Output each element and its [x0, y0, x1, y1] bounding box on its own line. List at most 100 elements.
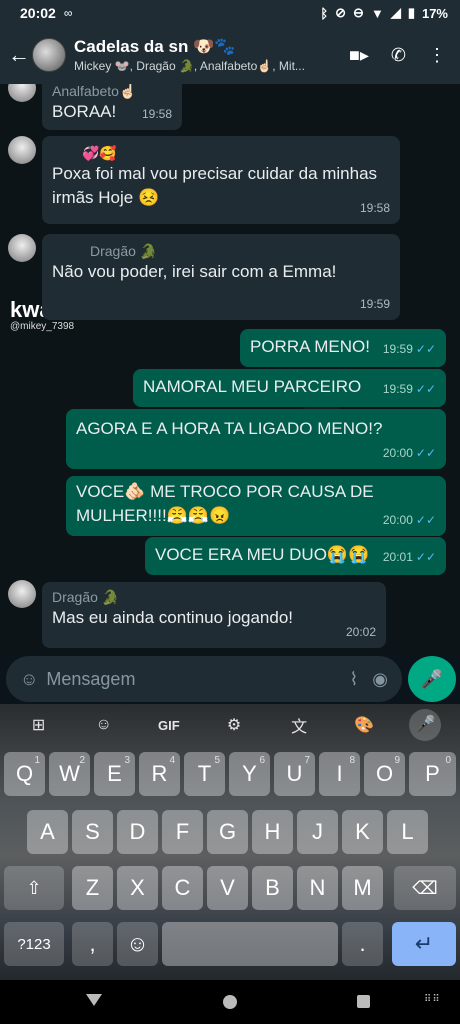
key-z[interactable]: Z — [72, 866, 113, 910]
key-o[interactable]: O9 — [364, 752, 405, 796]
key-c[interactable]: C — [162, 866, 203, 910]
key-e[interactable]: E3 — [94, 752, 135, 796]
backspace-key[interactable]: ⌫ — [394, 866, 456, 910]
theme-icon[interactable]: 🎨 — [344, 715, 384, 735]
message-bubble[interactable]: AGORA E A HORA TA LIGADO MENO!? 20:00 ✓✓ — [66, 409, 446, 469]
message-bubble[interactable]: Analfabeto☝🏻 BORAA! 19:58 — [42, 84, 182, 130]
avatar[interactable] — [8, 136, 36, 164]
group-avatar[interactable] — [32, 38, 66, 72]
header-actions: ■▸ ✆ ⋮ — [349, 45, 452, 66]
voice-input-icon[interactable]: 🎤 — [409, 709, 442, 741]
dnd-icon: ⊖ — [353, 5, 364, 20]
key-t[interactable]: T5 — [184, 752, 225, 796]
voice-call-icon[interactable]: ✆ — [391, 45, 406, 66]
read-ticks-icon: ✓✓ — [415, 550, 436, 564]
message-time: 19:59 ✓✓ — [382, 382, 436, 396]
key-a[interactable]: A — [27, 810, 68, 854]
message-time: 20:01 ✓✓ — [382, 550, 436, 564]
camera-icon[interactable]: ◉ — [372, 669, 388, 690]
clock: 20:02 — [20, 5, 56, 21]
key-v[interactable]: V — [207, 866, 248, 910]
nav-home-icon[interactable] — [223, 995, 237, 1009]
message-text: VOCE🫵🏻 ME TROCO POR CAUSA DE MULHER!!!!😤… — [76, 482, 374, 525]
key-s[interactable]: S — [72, 810, 113, 854]
apps-icon[interactable]: ⊞ — [19, 715, 59, 735]
read-ticks-icon: ✓✓ — [415, 382, 436, 396]
message-time: 19:58 — [141, 107, 172, 121]
mic-icon: 🎤 — [420, 668, 444, 689]
key-r[interactable]: R4 — [139, 752, 180, 796]
key-j[interactable]: J — [297, 810, 338, 854]
chat-area[interactable]: Analfabeto☝🏻 BORAA! 19:58 💞🥰 Poxa foi ma… — [0, 84, 460, 654]
message-bubble[interactable]: VOCE🫵🏻 ME TROCO POR CAUSA DE MULHER!!!!😤… — [66, 476, 446, 536]
key-i[interactable]: I8 — [319, 752, 360, 796]
group-info[interactable]: Cadelas da sn 🐶🐾 Mickey 🐭, Dragão 🐊, Ana… — [74, 37, 339, 73]
back-arrow-icon[interactable]: ← — [8, 42, 30, 68]
message-text: AGORA E A HORA TA LIGADO MENO!? — [76, 419, 383, 438]
sticker-icon[interactable]: ☺ — [84, 716, 124, 734]
message-bubble[interactable]: NAMORAL MEU PARCEIRO 19:59 ✓✓ — [133, 369, 446, 407]
avatar[interactable] — [8, 580, 36, 608]
gif-button[interactable]: GIF — [149, 718, 189, 733]
battery-icon: ▮ — [407, 5, 415, 20]
period-key[interactable]: . — [342, 922, 383, 966]
composer-bar: ☺ ⌇ ◉ 🎤 — [0, 654, 460, 704]
keyboard-toolbar: ⊞ ☺ GIF ⚙ 文 🎨 🎤 — [0, 704, 460, 746]
key-row-4: ?123 , ☺ . ↵ — [0, 922, 460, 968]
navigation-bar: ⠿⠿ — [0, 980, 460, 1024]
shift-key[interactable]: ⇧ — [4, 866, 64, 910]
keyboard-switch-icon[interactable]: ⠿⠿ — [424, 994, 441, 1005]
voicemail-icon: ∞ — [63, 6, 73, 20]
key-y[interactable]: Y6 — [229, 752, 270, 796]
translate-icon[interactable]: 文 — [279, 713, 319, 737]
avatar[interactable] — [8, 234, 36, 262]
bluetooth-icon: ᛒ — [320, 5, 329, 21]
message-time: 19:59 ✓✓ — [382, 342, 436, 356]
key-u[interactable]: U7 — [274, 752, 315, 796]
key-g[interactable]: G — [207, 810, 248, 854]
nav-recents-icon[interactable] — [357, 995, 370, 1008]
emoji-key[interactable]: ☺ — [117, 922, 158, 966]
message-bubble[interactable]: Dragão 🐊 Não vou poder, irei sair com a … — [42, 234, 400, 320]
avatar[interactable] — [8, 84, 36, 102]
sender-name: Dragão 🐊 — [90, 243, 158, 259]
key-n[interactable]: N — [297, 866, 338, 910]
message-bubble[interactable]: VOCE ERA MEU DUO😭😭 20:01 ✓✓ — [145, 537, 446, 575]
key-p[interactable]: P0 — [409, 752, 456, 796]
key-d[interactable]: D — [117, 810, 158, 854]
key-f[interactable]: F — [162, 810, 203, 854]
message-bubble[interactable]: Dragão 🐊 Mas eu ainda continuo jogando! … — [42, 582, 386, 648]
group-title: Cadelas da sn 🐶🐾 — [74, 37, 236, 56]
wifi-icon: ▼ — [370, 5, 384, 21]
key-q[interactable]: Q1 — [4, 752, 45, 796]
status-icons: ᛒ ⊘ ⊖ ▼ ◢ ▮ 17% — [320, 5, 448, 21]
key-x[interactable]: X — [117, 866, 158, 910]
space-key[interactable] — [162, 922, 338, 966]
key-l[interactable]: L — [387, 810, 428, 854]
attach-icon[interactable]: ⌇ — [349, 669, 358, 690]
key-k[interactable]: K — [342, 810, 383, 854]
message-bubble[interactable]: 💞🥰 Poxa foi mal vou precisar cuidar da m… — [42, 136, 400, 224]
status-bar: 20:02 ∞ ᛒ ⊘ ⊖ ▼ ◢ ▮ 17% — [0, 0, 460, 26]
enter-key[interactable]: ↵ — [392, 922, 456, 966]
signal-icon: ◢ — [390, 5, 401, 20]
message-bubble[interactable]: PORRA MENO! 19:59 ✓✓ — [240, 329, 446, 367]
symbols-key[interactable]: ?123 — [4, 922, 64, 966]
message-time: 19:58 — [359, 201, 390, 215]
key-row-2: A S D F G H J K L — [0, 810, 460, 856]
nav-back-icon[interactable] — [86, 994, 102, 1006]
key-m[interactable]: M — [342, 866, 383, 910]
message-input[interactable] — [46, 668, 336, 690]
key-h[interactable]: H — [252, 810, 293, 854]
key-b[interactable]: B — [252, 866, 293, 910]
more-options-icon[interactable]: ⋮ — [428, 45, 446, 66]
read-ticks-icon: ✓✓ — [415, 446, 436, 460]
key-w[interactable]: W2 — [49, 752, 90, 796]
video-call-icon[interactable]: ■▸ — [349, 45, 369, 66]
message-field[interactable]: ☺ ⌇ ◉ — [6, 656, 402, 702]
emoji-icon[interactable]: ☺ — [20, 669, 38, 690]
read-ticks-icon: ✓✓ — [415, 342, 436, 356]
settings-icon[interactable]: ⚙ — [214, 715, 254, 735]
comma-key[interactable]: , — [72, 922, 113, 966]
mic-button[interactable]: 🎤 — [408, 656, 456, 702]
